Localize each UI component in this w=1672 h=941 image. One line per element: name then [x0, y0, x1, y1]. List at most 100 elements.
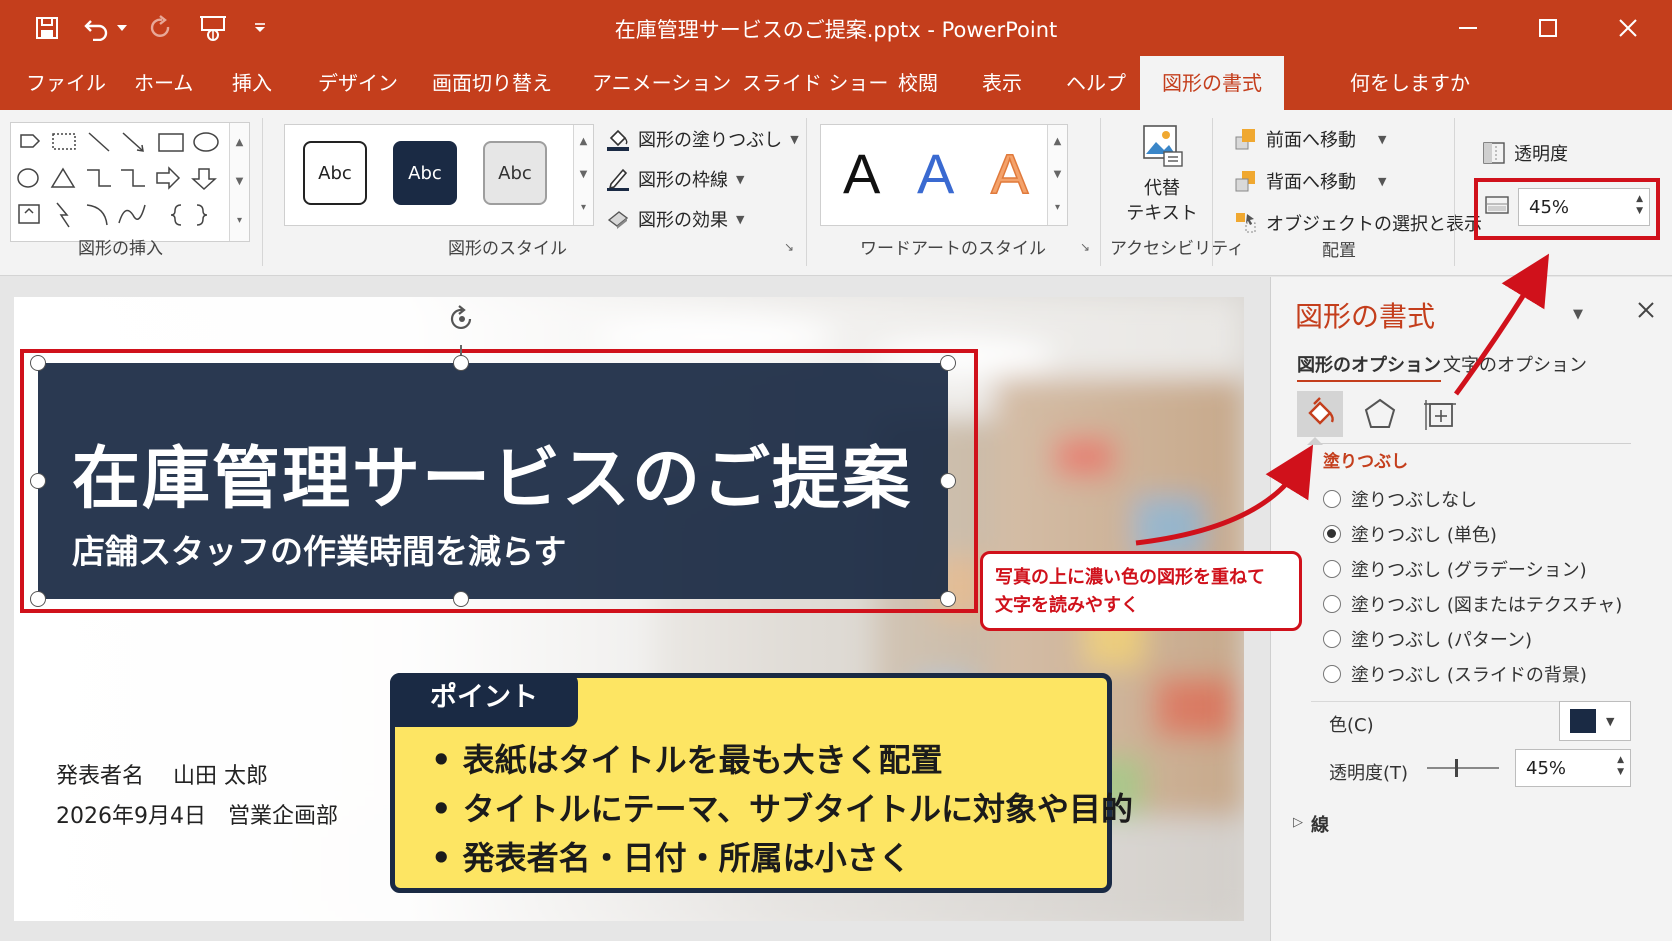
resize-handle-top[interactable]	[453, 355, 469, 371]
presenter-date-dept: 2026年9月4日 営業企画部	[56, 804, 338, 829]
transparency-slider[interactable]	[1427, 767, 1499, 769]
tab-view[interactable]: 表示	[982, 56, 1022, 110]
expand-line-icon[interactable]: ▷	[1293, 815, 1303, 830]
tab-review[interactable]: 校閲	[898, 56, 938, 110]
shapes-gallery-scroll[interactable]: ▲ ▼ ▾	[229, 123, 249, 241]
shape-styles-gallery[interactable]: Abc Abc Abc ▲ ▼ ▾	[284, 124, 594, 226]
fill-line-icon[interactable]	[1297, 391, 1343, 437]
resize-handle-bottom-right[interactable]	[940, 591, 956, 607]
title-shape[interactable]: 在庫管理サービスのご提案 店舗スタッフの作業時間を減らす	[38, 363, 948, 599]
shape-fill-button[interactable]: 図形の塗りつぶし ▼	[604, 124, 799, 154]
wordart-launcher-icon[interactable]: ↘	[1080, 240, 1090, 254]
tab-shape-options[interactable]: 図形のオプション	[1297, 351, 1441, 382]
radio-icon	[1323, 630, 1341, 648]
radio-selected-icon	[1323, 525, 1341, 543]
pane-title: 図形の書式	[1295, 300, 1436, 333]
wordart-sample-blue[interactable]: A	[917, 139, 954, 209]
format-shape-pane: 図形の書式 ▼ 図形のオプション 文字のオプション 塗りつぶし 塗りつぶしなし …	[1270, 277, 1672, 941]
transparency-label: 透明度	[1480, 138, 1568, 168]
transparency-field-icon	[1484, 192, 1510, 222]
size-properties-icon[interactable]	[1417, 391, 1463, 437]
selection-pane-button[interactable]: オブジェクトの選択と表示	[1232, 208, 1482, 238]
tab-slideshow[interactable]: スライド ショー	[742, 56, 888, 110]
radio-icon	[1323, 560, 1341, 578]
shapes-icon	[17, 132, 219, 228]
radio-icon	[1323, 490, 1341, 508]
alt-text-button[interactable]: 代替 テキスト	[1126, 124, 1198, 232]
fill-option-solid[interactable]: 塗りつぶし (単色)	[1323, 520, 1497, 548]
point-tag: ポイント	[390, 673, 578, 727]
wordart-sample-black[interactable]: A	[843, 139, 880, 209]
shape-style-sample-white[interactable]: Abc	[303, 141, 367, 205]
slide-title[interactable]: 在庫管理サービスのご提案	[72, 423, 912, 522]
group-label-wordart: ワードアートのスタイル	[860, 239, 1046, 259]
alt-text-icon	[1142, 124, 1184, 174]
fill-option-pattern[interactable]: 塗りつぶし (パターン)	[1323, 625, 1532, 653]
wordart-sample-orange[interactable]: A	[990, 139, 1029, 209]
pen-outline-icon	[604, 166, 632, 192]
point-box[interactable]: ポイント • 表紙はタイトルを最も大きく配置 • タイトルにテーマ、サブタイトル…	[390, 673, 1133, 893]
maximize-icon[interactable]	[1518, 8, 1578, 48]
color-swatch	[1570, 709, 1596, 733]
transparency-spinner-icon[interactable]: ▲ ▼	[1636, 193, 1643, 217]
rotate-handle-icon[interactable]	[446, 303, 478, 339]
transparency-pane-label: 透明度(T)	[1329, 763, 1409, 784]
tab-design[interactable]: デザイン	[318, 56, 398, 110]
shapes-gallery[interactable]: ▲ ▼ ▾	[10, 122, 250, 242]
fill-option-picture[interactable]: 塗りつぶし (図またはテクスチャ)	[1323, 590, 1622, 618]
shape-styles-scroll[interactable]: ▲ ▼ ▾	[573, 125, 593, 225]
transparency-pane-input[interactable]: 45% ▲ ▼	[1515, 749, 1631, 787]
transparency-slider-thumb[interactable]	[1455, 759, 1458, 777]
bring-forward-icon	[1232, 126, 1260, 152]
chevron-down-icon: ▼	[1606, 714, 1615, 728]
fill-option-gradient[interactable]: 塗りつぶし (グラデーション)	[1323, 555, 1587, 583]
resize-handle-right[interactable]	[940, 473, 956, 489]
effects-pentagon-icon[interactable]	[1357, 391, 1403, 437]
presenter-name: 発表者名 山田 太郎	[56, 764, 268, 789]
window-title: 在庫管理サービスのご提案.pptx - PowerPoint	[614, 18, 1058, 42]
shape-outline-button[interactable]: 図形の枠線 ▼	[604, 164, 744, 194]
resize-handle-left[interactable]	[30, 473, 46, 489]
color-picker-button[interactable]: ▼	[1559, 701, 1631, 741]
pane-close-icon[interactable]	[1637, 301, 1655, 323]
shape-style-sample-navy[interactable]: Abc	[393, 141, 457, 205]
shape-style-sample-gray[interactable]: Abc	[483, 141, 547, 205]
shape-styles-launcher-icon[interactable]: ↘	[784, 240, 794, 254]
send-backward-icon	[1232, 168, 1260, 194]
tab-text-options[interactable]: 文字のオプション	[1443, 351, 1587, 377]
close-icon[interactable]	[1598, 8, 1658, 48]
callout-line-2: 文字を読みやすく	[995, 595, 1139, 616]
tab-transitions[interactable]: 画面切り替え	[432, 56, 552, 110]
spinner-icon[interactable]: ▲ ▼	[1617, 754, 1624, 778]
tab-shape-format[interactable]: 図形の書式	[1140, 56, 1284, 110]
group-label-insert-shapes: 図形の挿入	[78, 239, 163, 259]
alt-text-label-line2: テキスト	[1126, 203, 1198, 224]
fill-section-header[interactable]: 塗りつぶし	[1323, 447, 1408, 472]
tab-home[interactable]: ホーム	[134, 56, 193, 110]
resize-handle-bottom[interactable]	[453, 591, 469, 607]
resize-handle-top-right[interactable]	[940, 355, 956, 371]
slide-subtitle[interactable]: 店舗スタッフの作業時間を減らす	[72, 525, 566, 573]
resize-handle-top-left[interactable]	[30, 355, 46, 371]
tab-file[interactable]: ファイル	[26, 56, 106, 110]
fill-option-slide-background[interactable]: 塗りつぶし (スライドの背景)	[1323, 660, 1587, 688]
send-backward-button[interactable]: 背面へ移動 ▼	[1232, 166, 1386, 196]
presenter-info[interactable]: 発表者名 山田 太郎 2026年9月4日 営業企画部	[56, 757, 338, 837]
tell-me-search[interactable]: 何をしますか	[1350, 56, 1470, 110]
pane-options-chevron-icon[interactable]: ▼	[1573, 307, 1583, 322]
resize-handle-bottom-left[interactable]	[30, 591, 46, 607]
shape-effects-button[interactable]: 図形の効果 ▼	[604, 204, 744, 234]
wordart-scroll[interactable]: ▲ ▼ ▾	[1047, 125, 1067, 225]
tab-help[interactable]: ヘルプ	[1066, 56, 1126, 110]
paint-bucket-icon	[604, 126, 632, 152]
title-bar: 在庫管理サービスのご提案.pptx - PowerPoint	[0, 0, 1672, 56]
fill-option-none[interactable]: 塗りつぶしなし	[1323, 485, 1477, 513]
line-section-header[interactable]: 線	[1311, 811, 1329, 837]
color-label: 色(C)	[1329, 715, 1374, 736]
tab-animations[interactable]: アニメーション	[592, 56, 731, 110]
bring-forward-button[interactable]: 前面へ移動 ▼	[1232, 124, 1386, 154]
tab-insert[interactable]: 挿入	[232, 56, 272, 110]
minimize-icon[interactable]	[1438, 8, 1498, 48]
wordart-gallery[interactable]: A A A ▲ ▼ ▾	[820, 124, 1068, 226]
transparency-input[interactable]: 45% ▲ ▼	[1518, 188, 1650, 226]
